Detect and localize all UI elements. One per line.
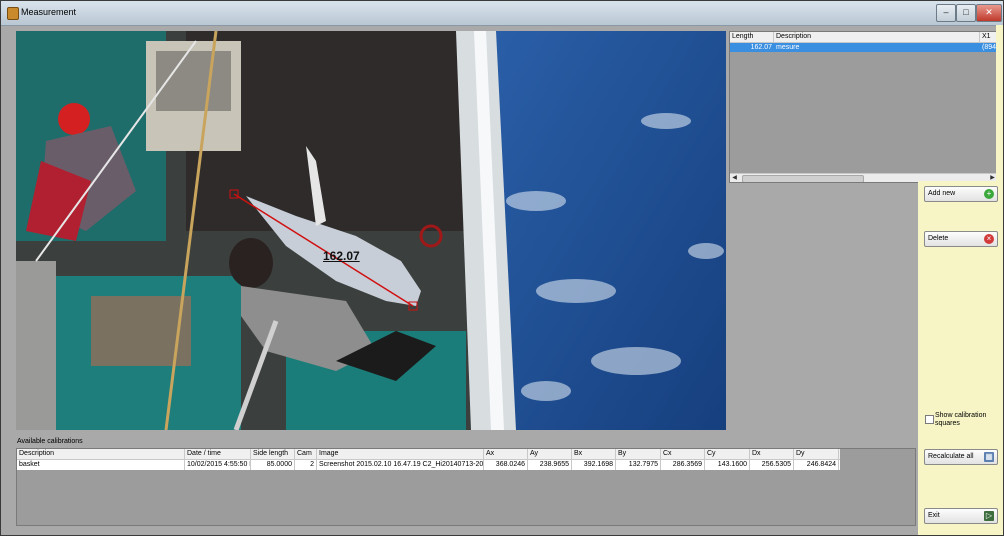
column-header-description[interactable]: Description: [17, 449, 185, 459]
add-new-label: Add new: [928, 190, 956, 197]
column-header-ax[interactable]: Ax: [484, 449, 528, 459]
maximize-button[interactable]: □: [956, 4, 976, 22]
column-header-ay[interactable]: Ay: [528, 449, 572, 459]
cell-ax: 368.0246: [484, 460, 528, 470]
cell-cam: 2: [295, 460, 317, 470]
minimize-button[interactable]: –: [936, 4, 956, 22]
column-header-image[interactable]: Image: [317, 449, 484, 459]
recalculate-all-label: Recalculate all: [928, 453, 974, 460]
column-header-dx[interactable]: Dx: [750, 449, 794, 459]
app-icon: [7, 7, 19, 20]
cell-side-length: 85.0000: [251, 460, 295, 470]
measurements-table-header: Length Description X1: [730, 32, 997, 43]
measurement-length-label: 162.07: [323, 249, 360, 263]
calibrations-title: Available calibrations: [17, 438, 83, 445]
x-circle-icon: ×: [984, 234, 994, 244]
exit-door-icon: ▷: [984, 511, 994, 521]
close-button[interactable]: ✕: [976, 4, 1002, 22]
calibrations-table-header: Description Date / time Side length Cam …: [17, 449, 840, 460]
scrollbar-thumb[interactable]: [742, 175, 864, 182]
column-header-dy[interactable]: Dy: [794, 449, 839, 459]
column-header-description[interactable]: Description: [774, 32, 980, 42]
scroll-left-icon[interactable]: ◀: [730, 174, 739, 182]
column-header-x1[interactable]: X1: [980, 32, 997, 42]
column-header-cam[interactable]: Cam: [295, 449, 317, 459]
column-header-by[interactable]: By: [616, 449, 661, 459]
cell-description: basket: [17, 460, 185, 470]
table-row[interactable]: 162.07 mesure (8946: [730, 43, 997, 52]
show-calibration-label: Show calibration squares: [935, 412, 987, 427]
cell-bx: 392.1698: [572, 460, 616, 470]
cell-datetime: 10/02/2015 4:55:50 PM: [185, 460, 251, 470]
exit-label: Exit: [928, 512, 940, 519]
measurements-table[interactable]: Length Description X1 162.07 mesure (894…: [729, 31, 998, 183]
column-header-datetime[interactable]: Date / time: [185, 449, 251, 459]
cell-dx: 256.5305: [750, 460, 794, 470]
calculator-icon: ▦: [984, 452, 994, 462]
column-header-bx[interactable]: Bx: [572, 449, 616, 459]
boat-deck-photo: [16, 31, 726, 430]
column-header-cx[interactable]: Cx: [661, 449, 705, 459]
exit-button[interactable]: Exit ▷: [924, 508, 998, 524]
column-header-cy[interactable]: Cy: [705, 449, 750, 459]
cell-image: Screenshot 2015.02.10 16.47.19 C2_Hi2014…: [319, 460, 484, 470]
cell-length: 162.07: [750, 44, 772, 51]
table-row[interactable]: basket 10/02/2015 4:55:50 PM 85.0000 2 S…: [17, 460, 840, 470]
calibrations-table[interactable]: Description Date / time Side length Cam …: [16, 448, 916, 526]
column-header-length[interactable]: Length: [730, 32, 774, 42]
add-new-button[interactable]: Add new +: [924, 186, 998, 202]
cell-ay: 238.9655: [528, 460, 572, 470]
delete-label: Delete: [928, 235, 949, 242]
cell-by: 132.7975: [616, 460, 661, 470]
cell-x1: (8946: [982, 44, 997, 51]
recalculate-all-button[interactable]: Recalculate all ▦: [924, 449, 998, 465]
title-bar: Measurement – □ ✕: [1, 1, 1003, 26]
cell-dy: 246.8424: [794, 460, 839, 470]
plus-circle-icon: +: [984, 189, 994, 199]
cell-cx: 286.3569: [661, 460, 705, 470]
window-title: Measurement: [21, 7, 77, 17]
side-panel-strip: [996, 25, 1003, 185]
measurement-image[interactable]: 162.07: [16, 31, 726, 430]
show-calibration-checkbox[interactable]: [925, 415, 934, 424]
column-header-side-length[interactable]: Side length: [251, 449, 295, 459]
measurement-window: Measurement – □ ✕ 162.07 Length Descript…: [0, 0, 1004, 536]
cell-cy: 143.1600: [705, 460, 750, 470]
delete-button[interactable]: Delete ×: [924, 231, 998, 247]
cell-description: mesure: [776, 44, 800, 51]
